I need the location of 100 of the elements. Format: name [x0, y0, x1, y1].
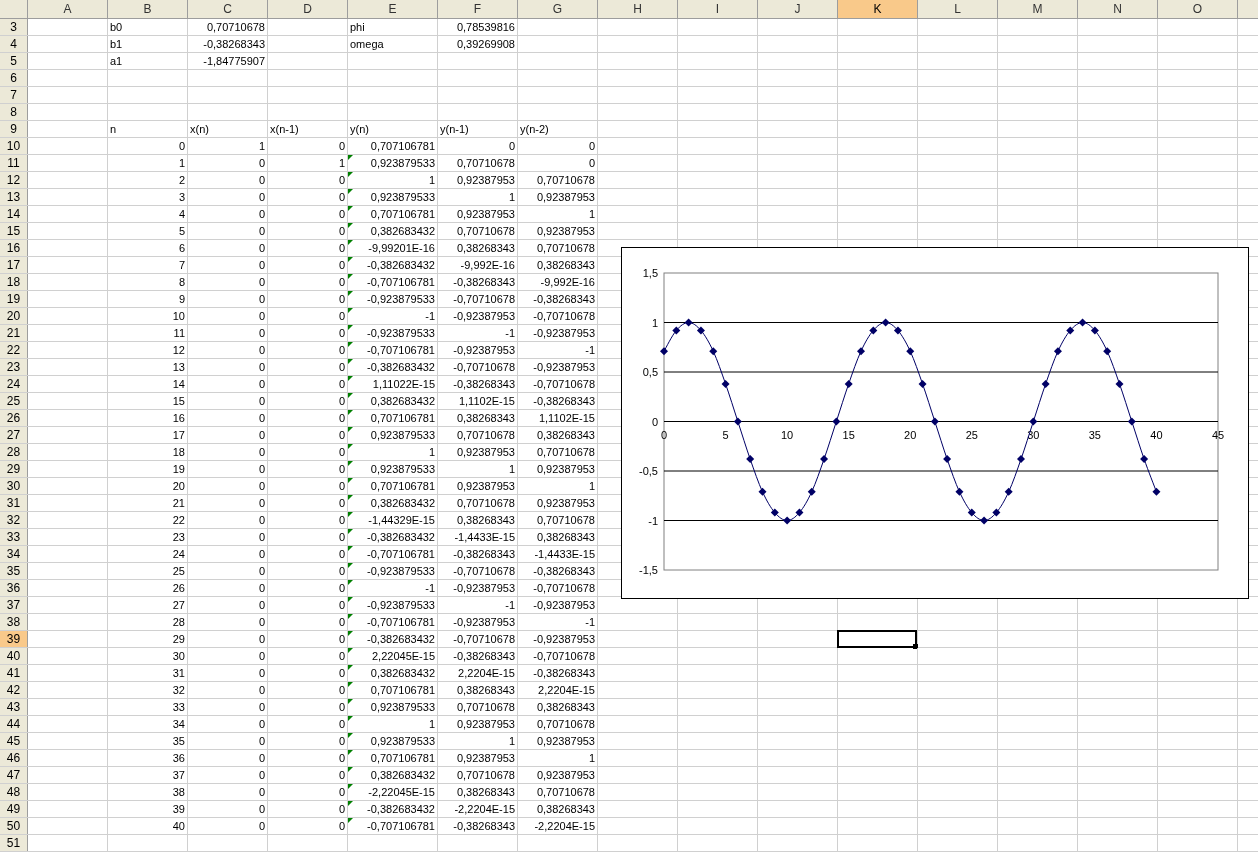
row-header[interactable]: 9 — [0, 121, 28, 137]
row-header[interactable]: 11 — [0, 155, 28, 171]
row-header[interactable]: 28 — [0, 444, 28, 460]
column-header[interactable]: I — [678, 0, 758, 18]
column-header[interactable]: O — [1158, 0, 1238, 18]
column-header[interactable]: E — [348, 0, 438, 18]
cell-value: 0 — [338, 614, 346, 630]
row-header[interactable]: 38 — [0, 614, 28, 630]
row-header[interactable]: 24 — [0, 376, 28, 392]
row-header[interactable]: 36 — [0, 580, 28, 596]
column-header[interactable]: M — [998, 0, 1078, 18]
row-header[interactable]: 39 — [0, 631, 28, 647]
cell-value: 1 — [588, 750, 596, 766]
cell-value: 1,1102E-15 — [458, 393, 516, 409]
row-header[interactable]: 15 — [0, 223, 28, 239]
column-header[interactable]: B — [108, 0, 188, 18]
cell-value: -9,992E-16 — [460, 257, 516, 273]
data-point — [746, 455, 755, 464]
data-point — [684, 318, 693, 327]
cell-value: 0 — [338, 257, 346, 273]
column-header[interactable]: A — [28, 0, 108, 18]
row-header[interactable]: 30 — [0, 478, 28, 494]
row-header[interactable]: 41 — [0, 665, 28, 681]
row-header[interactable]: 33 — [0, 529, 28, 545]
row-header[interactable]: 47 — [0, 767, 28, 783]
row-header[interactable]: 18 — [0, 274, 28, 290]
row-header[interactable]: 5 — [0, 53, 28, 69]
row-header[interactable]: 12 — [0, 172, 28, 188]
cell-value: -0,707106781 — [367, 274, 436, 290]
row-header[interactable]: 51 — [0, 835, 28, 851]
data-point — [881, 318, 890, 327]
data-point — [857, 347, 865, 356]
row-header[interactable]: 4 — [0, 36, 28, 52]
cell-value: 0,92387953 — [456, 172, 516, 188]
fill-handle[interactable] — [913, 644, 918, 649]
cell-value: 0,923879533 — [370, 699, 436, 715]
cell-value: 0,382683432 — [370, 767, 436, 783]
cell-value: 0 — [338, 410, 346, 426]
row-header[interactable]: 46 — [0, 750, 28, 766]
row-header[interactable]: 49 — [0, 801, 28, 817]
cell-value: 0 — [258, 801, 266, 817]
cell-value: 0 — [258, 563, 266, 579]
cell-value: -0,382683432 — [367, 257, 436, 273]
row-header[interactable]: 40 — [0, 648, 28, 664]
row-header[interactable]: 8 — [0, 104, 28, 120]
column-header[interactable]: C — [188, 0, 268, 18]
row-header[interactable]: 50 — [0, 818, 28, 834]
data-point — [980, 516, 989, 525]
cell-value: 0 — [338, 478, 346, 494]
column-header[interactable]: D — [268, 0, 348, 18]
row-header[interactable]: 48 — [0, 784, 28, 800]
row-header[interactable]: 44 — [0, 716, 28, 732]
cell-value: -0,92387953 — [533, 359, 596, 375]
row-header[interactable]: 21 — [0, 325, 28, 341]
cell-value: 0,92387953 — [456, 750, 516, 766]
row-header[interactable]: 29 — [0, 461, 28, 477]
data-point — [1041, 379, 1050, 388]
column-header[interactable]: H — [598, 0, 678, 18]
row-header[interactable]: 43 — [0, 699, 28, 715]
row-header[interactable]: 31 — [0, 495, 28, 511]
cell-text: phi — [349, 19, 365, 35]
row-header[interactable]: 25 — [0, 393, 28, 409]
row-header[interactable]: 42 — [0, 682, 28, 698]
row-header[interactable]: 14 — [0, 206, 28, 222]
cell-value: 0,923879533 — [370, 427, 436, 443]
cell-value: 0,38268343 — [536, 529, 596, 545]
row-header[interactable]: 22 — [0, 342, 28, 358]
cell-value: 0 — [258, 274, 266, 290]
column-header[interactable]: G — [518, 0, 598, 18]
row-header[interactable]: 10 — [0, 138, 28, 154]
row-header[interactable]: 23 — [0, 359, 28, 375]
row-header[interactable]: 35 — [0, 563, 28, 579]
data-point — [893, 326, 902, 335]
cell-value: 0 — [258, 461, 266, 477]
row-header[interactable]: 19 — [0, 291, 28, 307]
cell-value: 0 — [258, 546, 266, 562]
row-header[interactable]: 3 — [0, 19, 28, 35]
row-header[interactable]: 34 — [0, 546, 28, 562]
row-header[interactable]: 32 — [0, 512, 28, 528]
cell-value: 0,707106781 — [370, 410, 436, 426]
selected-cell[interactable] — [837, 630, 917, 648]
cell-value: 0 — [338, 495, 346, 511]
cell-value: -0,923879533 — [367, 563, 436, 579]
cell-value: 0,70710678 — [456, 699, 516, 715]
row-header[interactable]: 6 — [0, 70, 28, 86]
column-header[interactable]: K — [838, 0, 918, 18]
column-header[interactable]: N — [1078, 0, 1158, 18]
column-header[interactable]: L — [918, 0, 998, 18]
row-header[interactable]: 17 — [0, 257, 28, 273]
column-header[interactable]: F — [438, 0, 518, 18]
row-header[interactable]: 20 — [0, 308, 28, 324]
cell-value: 0,70710678 — [536, 512, 596, 528]
row-header[interactable]: 16 — [0, 240, 28, 256]
row-header[interactable]: 26 — [0, 410, 28, 426]
row-header[interactable]: 27 — [0, 427, 28, 443]
row-header[interactable]: 7 — [0, 87, 28, 103]
row-header[interactable]: 45 — [0, 733, 28, 749]
cell-value: 0,70710678 — [456, 223, 516, 239]
row-header[interactable]: 13 — [0, 189, 28, 205]
row-header[interactable]: 37 — [0, 597, 28, 613]
